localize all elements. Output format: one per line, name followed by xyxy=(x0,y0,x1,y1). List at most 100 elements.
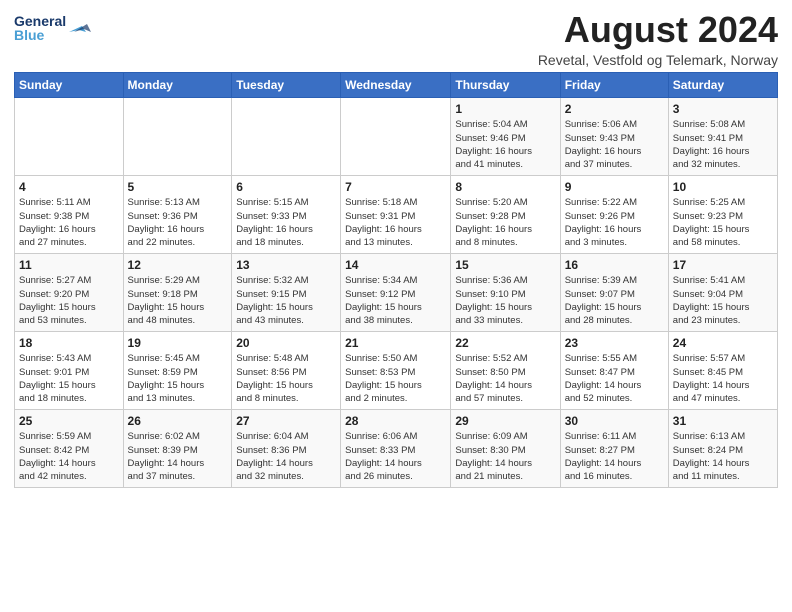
day-content-line: Sunrise: 5:25 AM xyxy=(673,196,773,209)
table-row: 11Sunrise: 5:27 AMSunset: 9:20 PMDayligh… xyxy=(15,253,124,331)
day-content-line: and 37 minutes. xyxy=(565,158,664,171)
day-content-line: and 41 minutes. xyxy=(455,158,555,171)
day-content-line: Sunset: 8:42 PM xyxy=(19,444,119,457)
table-row: 1Sunrise: 5:04 AMSunset: 9:46 PMDaylight… xyxy=(451,97,560,175)
col-monday: Monday xyxy=(123,72,232,97)
day-content-line: and 37 minutes. xyxy=(128,470,228,483)
day-content-line: Sunrise: 5:08 AM xyxy=(673,118,773,131)
day-content-line: Daylight: 15 hours xyxy=(345,301,446,314)
day-content-line: Sunrise: 5:41 AM xyxy=(673,274,773,287)
day-content-line: and 47 minutes. xyxy=(673,392,773,405)
day-number: 2 xyxy=(565,101,664,118)
day-content-line: and 3 minutes. xyxy=(565,236,664,249)
table-row: 23Sunrise: 5:55 AMSunset: 8:47 PMDayligh… xyxy=(560,331,668,409)
day-content-line: Daylight: 14 hours xyxy=(236,457,336,470)
day-content-line: Sunset: 9:33 PM xyxy=(236,210,336,223)
day-content-line: and 57 minutes. xyxy=(455,392,555,405)
table-row: 8Sunrise: 5:20 AMSunset: 9:28 PMDaylight… xyxy=(451,175,560,253)
day-content-line: Sunset: 9:38 PM xyxy=(19,210,119,223)
day-number: 25 xyxy=(19,413,119,430)
day-content-line: Sunset: 9:10 PM xyxy=(455,288,555,301)
day-content-line: and 53 minutes. xyxy=(19,314,119,327)
day-number: 21 xyxy=(345,335,446,352)
table-row: 3Sunrise: 5:08 AMSunset: 9:41 PMDaylight… xyxy=(668,97,777,175)
day-number: 28 xyxy=(345,413,446,430)
title-block: August 2024 Revetal, Vestfold og Telemar… xyxy=(538,10,778,68)
day-content-line: and 38 minutes. xyxy=(345,314,446,327)
day-number: 20 xyxy=(236,335,336,352)
table-row xyxy=(15,97,124,175)
day-content-line: Sunset: 9:15 PM xyxy=(236,288,336,301)
table-row: 24Sunrise: 5:57 AMSunset: 8:45 PMDayligh… xyxy=(668,331,777,409)
table-row: 7Sunrise: 5:18 AMSunset: 9:31 PMDaylight… xyxy=(341,175,451,253)
day-content-line: and 52 minutes. xyxy=(565,392,664,405)
day-content-line: Daylight: 15 hours xyxy=(19,301,119,314)
day-number: 4 xyxy=(19,179,119,196)
day-number: 23 xyxy=(565,335,664,352)
day-content-line: Sunset: 8:33 PM xyxy=(345,444,446,457)
table-row: 10Sunrise: 5:25 AMSunset: 9:23 PMDayligh… xyxy=(668,175,777,253)
header: General Blue August 2024 Revetal, Vestfo… xyxy=(14,10,778,68)
day-content-line: Sunrise: 6:13 AM xyxy=(673,430,773,443)
calendar-header-row: Sunday Monday Tuesday Wednesday Thursday… xyxy=(15,72,778,97)
day-content-line: Daylight: 14 hours xyxy=(455,379,555,392)
day-content-line: and 8 minutes. xyxy=(236,392,336,405)
calendar-week-row: 11Sunrise: 5:27 AMSunset: 9:20 PMDayligh… xyxy=(15,253,778,331)
day-content-line: Daylight: 15 hours xyxy=(345,379,446,392)
day-content-line: and 18 minutes. xyxy=(236,236,336,249)
day-content-line: Sunset: 9:23 PM xyxy=(673,210,773,223)
day-content-line: Daylight: 14 hours xyxy=(345,457,446,470)
table-row: 20Sunrise: 5:48 AMSunset: 8:56 PMDayligh… xyxy=(232,331,341,409)
col-friday: Friday xyxy=(560,72,668,97)
day-content-line: and 43 minutes. xyxy=(236,314,336,327)
day-content-line: Sunset: 8:24 PM xyxy=(673,444,773,457)
day-content-line: Sunset: 8:30 PM xyxy=(455,444,555,457)
day-content-line: Sunset: 9:12 PM xyxy=(345,288,446,301)
table-row: 17Sunrise: 5:41 AMSunset: 9:04 PMDayligh… xyxy=(668,253,777,331)
day-number: 30 xyxy=(565,413,664,430)
day-content-line: Sunrise: 5:18 AM xyxy=(345,196,446,209)
day-content-line: Daylight: 15 hours xyxy=(236,379,336,392)
day-content-line: Sunset: 9:46 PM xyxy=(455,132,555,145)
day-content-line: Sunrise: 5:13 AM xyxy=(128,196,228,209)
day-content-line: Sunrise: 5:57 AM xyxy=(673,352,773,365)
calendar-week-row: 25Sunrise: 5:59 AMSunset: 8:42 PM Dayligh… xyxy=(15,409,778,487)
calendar-week-row: 4Sunrise: 5:11 AMSunset: 9:38 PMDaylight… xyxy=(15,175,778,253)
day-number: 11 xyxy=(19,257,119,274)
day-content-line: Sunset: 9:07 PM xyxy=(565,288,664,301)
day-content-line: Daylight: 15 hours xyxy=(128,379,228,392)
day-content-line: and 33 minutes. xyxy=(455,314,555,327)
day-content-line: and 18 minutes. xyxy=(19,392,119,405)
col-wednesday: Wednesday xyxy=(341,72,451,97)
table-row: 9Sunrise: 5:22 AMSunset: 9:26 PMDaylight… xyxy=(560,175,668,253)
day-content-line: Daylight: 16 hours xyxy=(128,223,228,236)
day-content-line: Sunrise: 5:06 AM xyxy=(565,118,664,131)
day-content-line: Sunrise: 5:29 AM xyxy=(128,274,228,287)
day-content-line: Sunrise: 5:15 AM xyxy=(236,196,336,209)
table-row: 26Sunrise: 6:02 AMSunset: 8:39 PMDayligh… xyxy=(123,409,232,487)
day-content-line: Sunrise: 5:20 AM xyxy=(455,196,555,209)
table-row: 22Sunrise: 5:52 AMSunset: 8:50 PMDayligh… xyxy=(451,331,560,409)
day-content-line: Sunrise: 5:48 AM xyxy=(236,352,336,365)
day-number: 8 xyxy=(455,179,555,196)
day-content-line: Sunset: 9:18 PM xyxy=(128,288,228,301)
location-subtitle: Revetal, Vestfold og Telemark, Norway xyxy=(538,52,778,68)
table-row: 13Sunrise: 5:32 AMSunset: 9:15 PMDayligh… xyxy=(232,253,341,331)
day-content-line: and 26 minutes. xyxy=(345,470,446,483)
day-number: 9 xyxy=(565,179,664,196)
day-content-line: Sunrise: 5:36 AM xyxy=(455,274,555,287)
day-content-line: and 21 minutes. xyxy=(455,470,555,483)
day-number: 22 xyxy=(455,335,555,352)
col-thursday: Thursday xyxy=(451,72,560,97)
day-number: 13 xyxy=(236,257,336,274)
logo: General Blue xyxy=(14,10,94,48)
day-content-line: and 16 minutes. xyxy=(565,470,664,483)
day-content-line: Sunset: 9:01 PM xyxy=(19,366,119,379)
day-content-line: and 32 minutes. xyxy=(236,470,336,483)
day-content-line: Daylight: 15 hours xyxy=(673,223,773,236)
day-content-line: Daylight: 16 hours xyxy=(565,223,664,236)
day-content-line: and 58 minutes. xyxy=(673,236,773,249)
svg-text:Blue: Blue xyxy=(14,27,45,43)
day-content-line: Sunrise: 5:59 AM xyxy=(19,430,119,443)
day-content-line: Daylight: 14 hours xyxy=(455,457,555,470)
